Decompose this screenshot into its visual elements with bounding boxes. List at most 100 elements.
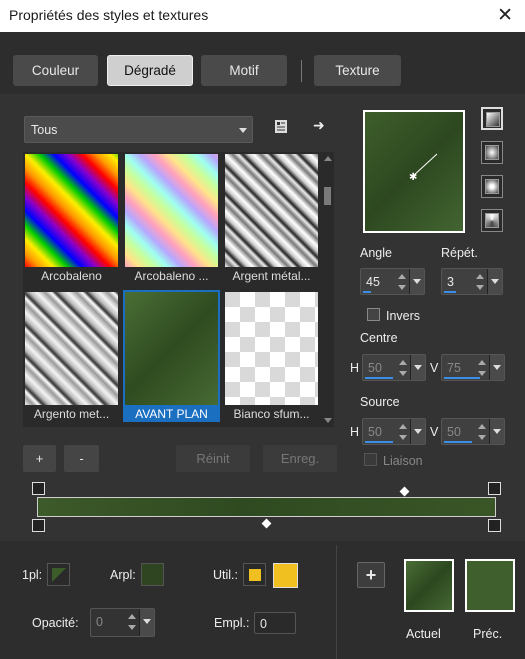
svg-text:✱: ✱ bbox=[409, 172, 417, 183]
source-v-slider-bar bbox=[444, 441, 472, 443]
gallery-item-label: Argento met... bbox=[33, 407, 110, 421]
category-dropdown[interactable]: Tous bbox=[24, 116, 253, 143]
add-gradient-button[interactable]: + bbox=[23, 445, 56, 472]
repeat-slider-bar bbox=[444, 291, 456, 293]
spinner-arrows-icon[interactable] bbox=[476, 358, 488, 378]
source-v-spinner[interactable]: 50 bbox=[441, 418, 505, 445]
arrow-right-icon[interactable]: ➜ bbox=[313, 117, 325, 134]
spinner-arrows-icon[interactable] bbox=[397, 358, 409, 378]
chevron-down-icon[interactable] bbox=[410, 355, 425, 380]
save-button[interactable]: Enreg. bbox=[263, 445, 337, 472]
gallery-item[interactable]: Bianco sfum... bbox=[223, 290, 320, 422]
opacity-stop-marker[interactable] bbox=[32, 482, 45, 495]
chevron-down-icon[interactable] bbox=[139, 609, 154, 636]
previous-swatch[interactable] bbox=[465, 559, 515, 612]
gallery-item-label: Arcobaleno bbox=[41, 269, 102, 283]
background-swatch[interactable] bbox=[141, 563, 164, 586]
add-swatch-button[interactable]: + bbox=[357, 562, 385, 588]
source-v-value: 50 bbox=[447, 425, 461, 439]
angle-slider-bar bbox=[363, 291, 371, 293]
gradient-preview[interactable]: ✱ bbox=[363, 110, 465, 233]
opacity-stop-marker[interactable] bbox=[488, 482, 501, 495]
close-icon[interactable]: ✕ bbox=[497, 4, 513, 27]
gallery-item-label: AVANT PLAN bbox=[135, 407, 208, 421]
gallery-item-selected[interactable]: AVANT PLAN bbox=[123, 290, 220, 422]
sunburst-gradient-type[interactable] bbox=[481, 175, 503, 198]
radial-gradient-type[interactable] bbox=[481, 209, 503, 232]
file-menu-icon[interactable] bbox=[272, 118, 290, 136]
gradient-swatch bbox=[125, 154, 218, 267]
gallery-item[interactable]: Arcobaleno ... bbox=[123, 152, 220, 284]
reset-button[interactable]: Réinit bbox=[176, 445, 250, 472]
location-value: 0 bbox=[260, 617, 267, 631]
remove-gradient-button[interactable]: - bbox=[64, 445, 99, 472]
gallery-item[interactable]: Argent métal... bbox=[223, 152, 320, 284]
source-h-spinner[interactable]: 50 bbox=[362, 418, 426, 445]
tab-couleur[interactable]: Couleur bbox=[13, 55, 98, 86]
chevron-down-icon bbox=[239, 128, 247, 133]
current-swatch[interactable] bbox=[404, 559, 454, 612]
scroll-thumb[interactable] bbox=[324, 187, 331, 205]
centre-v-value: 75 bbox=[447, 361, 461, 375]
tab-texture[interactable]: Texture bbox=[314, 55, 401, 86]
location-label: Empl.: bbox=[214, 616, 250, 630]
repeat-value: 3 bbox=[447, 275, 454, 289]
invert-checkbox[interactable] bbox=[367, 308, 380, 321]
chevron-down-icon[interactable] bbox=[487, 269, 502, 294]
spinner-arrows-icon[interactable] bbox=[396, 272, 408, 292]
opacity-midpoint-marker[interactable] bbox=[399, 486, 410, 497]
centre-v-spinner[interactable]: 75 bbox=[441, 354, 505, 381]
chevron-down-icon[interactable] bbox=[489, 419, 504, 444]
spinner-arrows-icon[interactable] bbox=[397, 422, 409, 442]
invert-label: Invers bbox=[386, 309, 421, 323]
centre-h-spinner[interactable]: 50 bbox=[362, 354, 426, 381]
angle-label: Angle bbox=[360, 246, 392, 260]
tab-separator bbox=[301, 60, 302, 82]
gallery-scrollbar[interactable] bbox=[321, 152, 334, 427]
use-color-small-swatch[interactable] bbox=[243, 563, 266, 586]
spinner-arrows-icon[interactable] bbox=[126, 612, 138, 632]
source-v-letter: V bbox=[430, 425, 439, 439]
color-stop-marker[interactable] bbox=[32, 519, 45, 532]
link-checkbox[interactable] bbox=[364, 453, 377, 466]
spinner-arrows-icon[interactable] bbox=[474, 272, 486, 292]
gradient-swatch bbox=[225, 292, 318, 405]
centre-v-letter: V bbox=[430, 361, 439, 375]
spinner-arrows-icon[interactable] bbox=[476, 422, 488, 442]
use-color-label: Util.: bbox=[213, 568, 238, 582]
color-stop-marker[interactable] bbox=[488, 519, 501, 532]
opacity-spinner[interactable]: 0 bbox=[90, 608, 155, 637]
gradient-swatch bbox=[25, 154, 118, 267]
color-midpoint-marker[interactable] bbox=[261, 518, 272, 529]
rectangular-gradient-type[interactable] bbox=[481, 141, 503, 164]
source-h-value: 50 bbox=[368, 425, 382, 439]
angle-handle-icon[interactable]: ✱ bbox=[365, 112, 463, 231]
foreground-swatch[interactable] bbox=[47, 563, 70, 586]
gradient-swatch bbox=[125, 292, 218, 405]
repeat-spinner[interactable]: 3 bbox=[441, 268, 503, 295]
centre-v-slider-bar bbox=[444, 377, 480, 379]
gallery-item[interactable]: Arcobaleno bbox=[23, 152, 120, 284]
location-input[interactable]: 0 bbox=[254, 612, 296, 634]
gradient-swatch bbox=[225, 154, 318, 267]
separator bbox=[336, 545, 337, 659]
opacity-label: Opacité: bbox=[32, 616, 79, 630]
foreground-label: 1pl: bbox=[22, 568, 43, 582]
gallery-item[interactable]: Argento met... bbox=[23, 290, 120, 422]
gradient-bar[interactable] bbox=[37, 497, 496, 517]
previous-label: Préc. bbox=[473, 627, 503, 641]
centre-label: Centre bbox=[360, 331, 398, 345]
angle-spinner[interactable]: 45 bbox=[360, 268, 425, 295]
gallery-item-label: Arcobaleno ... bbox=[134, 269, 209, 283]
chevron-down-icon[interactable] bbox=[489, 355, 504, 380]
source-label: Source bbox=[360, 395, 400, 409]
angle-value: 45 bbox=[366, 275, 380, 289]
chevron-down-icon[interactable] bbox=[410, 419, 425, 444]
chevron-down-icon[interactable] bbox=[409, 269, 424, 294]
use-color-swatch[interactable] bbox=[273, 563, 298, 588]
linear-gradient-type[interactable] bbox=[481, 107, 503, 130]
opacity-value: 0 bbox=[96, 615, 103, 629]
tab-motif[interactable]: Motif bbox=[201, 55, 287, 86]
tab-degrade[interactable]: Dégradé bbox=[107, 55, 193, 86]
centre-h-slider-bar bbox=[365, 377, 393, 379]
